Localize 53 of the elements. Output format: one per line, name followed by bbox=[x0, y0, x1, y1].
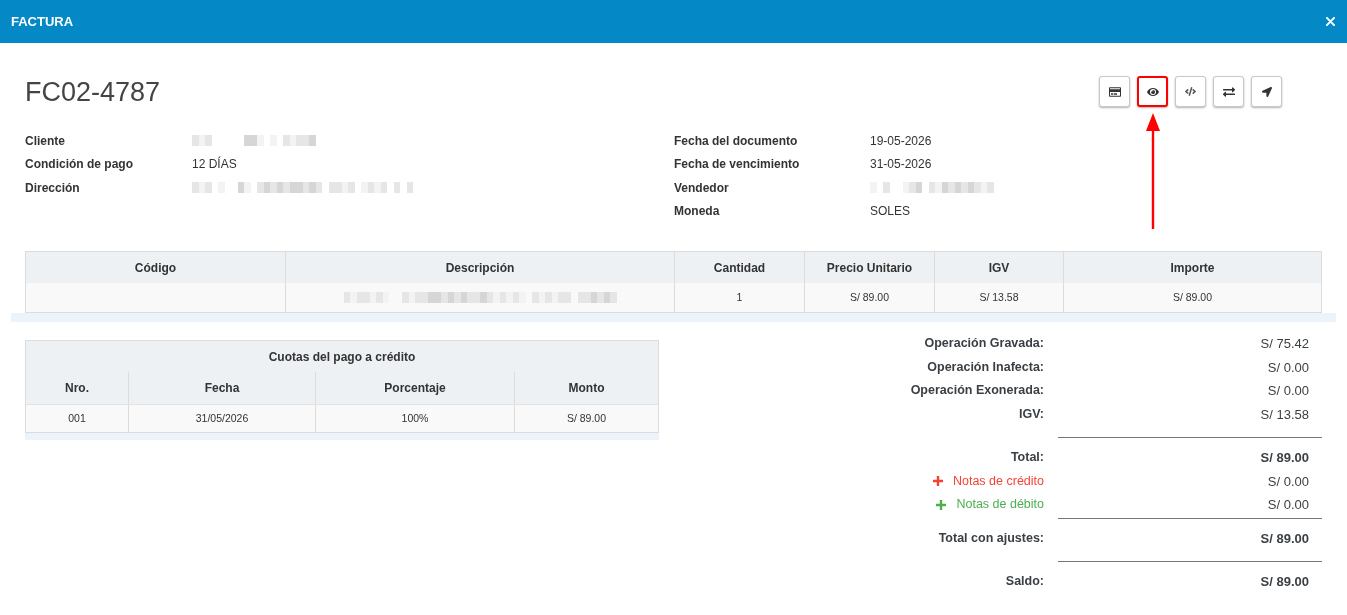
table-cell: S/ 13.58 bbox=[934, 283, 1063, 312]
field-label: Fecha del documento bbox=[674, 132, 799, 150]
total-label: Notas de crédito bbox=[952, 472, 1044, 490]
table-cell: S/ 89.00 bbox=[1063, 283, 1321, 312]
document-number: FC02-4787 bbox=[25, 75, 161, 108]
table-cell: 100% bbox=[315, 405, 514, 432]
toolbar-button[interactable] bbox=[1137, 76, 1168, 107]
code-icon bbox=[1185, 86, 1196, 97]
total-value: S/ 0.00 bbox=[1266, 472, 1310, 491]
total-value: S/ 75.42 bbox=[1259, 335, 1310, 353]
field-value: 31-05-2026 bbox=[870, 156, 932, 174]
total-label: Operación Inafecta: bbox=[927, 358, 1044, 376]
total-value: S/ 13.58 bbox=[1259, 405, 1310, 424]
column-header: Código bbox=[133, 259, 178, 277]
exchange-arrows-icon bbox=[1222, 85, 1235, 98]
field-label: Vendedor bbox=[674, 179, 730, 197]
total-label: Operación Gravada: bbox=[924, 335, 1044, 353]
dialog-title: FACTURA bbox=[11, 12, 74, 31]
total-value: S/ 89.00 bbox=[1259, 529, 1310, 548]
table-title: Cuotas del pago a crédito bbox=[26, 341, 658, 372]
table-cell-text: 001 bbox=[67, 410, 87, 426]
location-arrow-icon bbox=[1261, 86, 1272, 97]
total-value: S/ 0.00 bbox=[1266, 496, 1310, 514]
close-icon[interactable] bbox=[1326, 17, 1335, 26]
total-label: Operación Exonerada: bbox=[910, 382, 1044, 400]
field-value: 12 DÍAS bbox=[192, 155, 237, 174]
total-label: Total: bbox=[1010, 449, 1044, 467]
table-cell: S/ 89.00 bbox=[514, 405, 658, 432]
total-value: S/ 0.00 bbox=[1266, 382, 1310, 400]
toolbar-button[interactable] bbox=[1251, 76, 1282, 107]
table-cell: 1 bbox=[674, 283, 804, 312]
total-value: S/ 89.00 bbox=[1259, 449, 1310, 467]
total-label: Saldo: bbox=[1005, 573, 1044, 591]
field-label: Moneda bbox=[674, 203, 721, 221]
total-value: S/ 0.00 bbox=[1266, 358, 1310, 377]
toolbar-button[interactable] bbox=[1099, 76, 1130, 107]
column-header: Nro. bbox=[64, 380, 90, 397]
total-label: IGV: bbox=[1019, 405, 1044, 423]
field-label: Condición de pago bbox=[25, 156, 134, 174]
field-value: 19-05-2026 bbox=[870, 132, 932, 150]
table-cell: 31/05/2026 bbox=[128, 405, 315, 432]
toolbar-button[interactable] bbox=[1175, 76, 1206, 107]
field-label: Cliente bbox=[25, 132, 66, 150]
total-value: S/ 89.00 bbox=[1259, 573, 1310, 591]
eye-icon bbox=[1146, 85, 1159, 98]
total-label: Notas de débito bbox=[956, 496, 1044, 514]
total-label: Total con ajustes: bbox=[938, 529, 1044, 547]
field-label: Dirección bbox=[25, 179, 81, 197]
field-value: SOLES bbox=[870, 203, 911, 221]
toolbar-button[interactable] bbox=[1213, 76, 1244, 107]
credit-card-icon bbox=[1108, 85, 1121, 98]
field-label: Fecha de vencimiento bbox=[674, 156, 801, 174]
table-cell: S/ 89.00 bbox=[804, 283, 934, 312]
